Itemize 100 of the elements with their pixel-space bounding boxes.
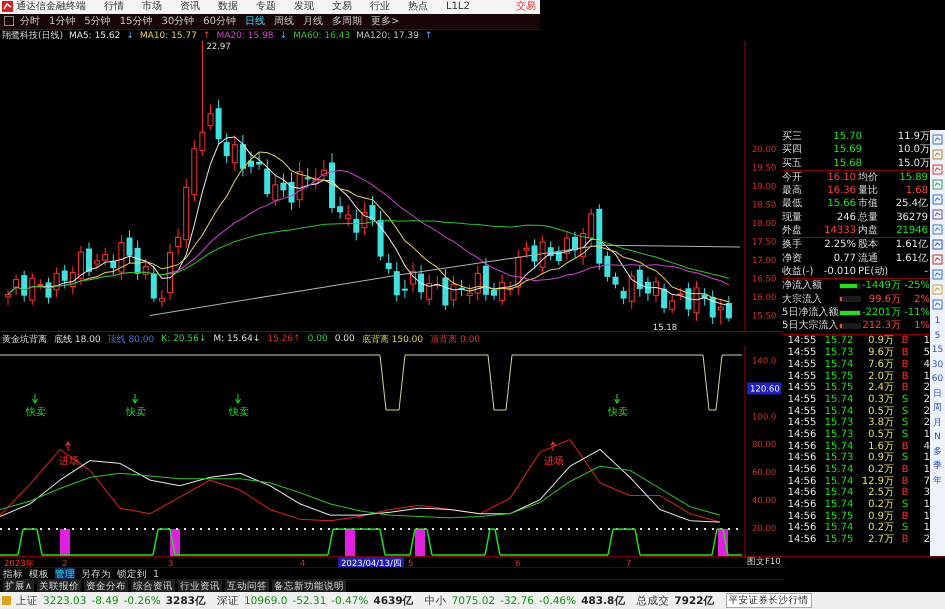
tool-button[interactable]: 锁定到: [117, 568, 147, 580]
menu-item[interactable]: 行情: [104, 0, 124, 14]
box-icon[interactable]: [4, 16, 14, 26]
tick-time: 14:56: [786, 428, 818, 441]
tick-price: 15.74: [824, 487, 854, 500]
period-tab[interactable]: 5分钟: [84, 14, 111, 29]
menu-item[interactable]: L1L2: [446, 0, 470, 14]
tick-volume: 0.3万: [867, 394, 894, 406]
panel-icon[interactable]: [932, 164, 943, 175]
index-amount: 3283亿: [166, 594, 206, 608]
quote-label: 买三: [782, 130, 803, 144]
down-arrow-icon: [235, 394, 241, 404]
value-axis-label: 100.0: [752, 412, 776, 422]
period-shortcut[interactable]: 1: [930, 314, 945, 328]
menu-item[interactable]: 数据: [218, 0, 238, 14]
panel-icon[interactable]: [932, 269, 943, 280]
tick-price: 15.74: [824, 358, 854, 371]
trend-arrow: ↑: [202, 30, 210, 40]
f10-button[interactable]: 图文F10: [747, 557, 781, 568]
panel-icon[interactable]: [932, 194, 943, 205]
info-tab[interactable]: 资金分布: [84, 580, 128, 593]
period-tab[interactable]: 60分钟: [203, 14, 236, 29]
period-tab[interactable]: 多周期: [332, 14, 362, 29]
flow-label: 大宗流入: [782, 292, 823, 306]
info-tab[interactable]: 互动问答: [224, 580, 269, 593]
panel-icon[interactable]: [932, 149, 943, 160]
panel-icon[interactable]: [932, 134, 943, 145]
period-shortcut[interactable]: N: [930, 430, 945, 444]
indicator-param: 底背离 150.00: [362, 334, 424, 346]
panel-icon[interactable]: [932, 209, 943, 220]
tool-button[interactable]: 模板: [29, 568, 49, 580]
tick-side: S: [900, 499, 910, 511]
date-axis-label: 4: [300, 559, 306, 568]
tool-button[interactable]: 1: [153, 568, 160, 580]
period-tab[interactable]: 1分钟: [49, 14, 76, 29]
quote-value: 14333: [823, 224, 856, 238]
info-tab[interactable]: 行业资讯: [178, 580, 222, 593]
tick-time: 14:55: [786, 417, 818, 429]
tick-side: B: [900, 487, 910, 500]
tool-button[interactable]: 指标: [3, 568, 23, 580]
period-shortcut[interactable]: 60: [930, 372, 945, 386]
menu-item[interactable]: 发现: [294, 0, 314, 14]
quote-label: 总量: [857, 210, 879, 224]
value-axis-label: 140.0: [752, 356, 776, 366]
index-percent: -0.46%: [538, 594, 576, 606]
quote-label: 流通: [857, 252, 879, 265]
tick-price: 15.75: [824, 382, 854, 394]
period-shortcut[interactable]: 15: [930, 343, 945, 358]
tick-price: 15.75: [824, 370, 854, 382]
quote-label: 最高: [782, 184, 803, 198]
period-shortcut[interactable]: 30: [930, 358, 945, 372]
menu-item[interactable]: 市场: [142, 0, 162, 14]
info-tab[interactable]: 扩展∧: [3, 580, 34, 593]
indicator-param: 顶线 80.00: [108, 334, 154, 346]
bid-price: 15.70: [832, 130, 862, 144]
period-shortcut[interactable]: 年: [930, 474, 945, 488]
value-axis-label: 80.00: [752, 440, 776, 450]
tick-time: 14:55: [786, 394, 818, 406]
index-value: 3223.03: [43, 594, 86, 606]
menu-item[interactable]: 专题: [256, 0, 276, 14]
period-shortcut[interactable]: 5: [930, 328, 945, 343]
info-tab[interactable]: 备忘新功能说明: [272, 580, 346, 593]
period-tab[interactable]: 周线: [274, 14, 294, 29]
menu-item[interactable]: 热点: [408, 0, 428, 14]
trend-arrow: ↓: [126, 30, 134, 40]
panel-icon[interactable]: [932, 224, 943, 235]
menu-item[interactable]: 文易: [332, 0, 352, 14]
panel-icon[interactable]: [932, 179, 943, 190]
tool-button[interactable]: 另存为: [81, 568, 111, 580]
period-shortcut[interactable]: 日: [930, 386, 945, 401]
index-percent: -0.47%: [331, 594, 368, 606]
tick-time: 14:56: [786, 499, 818, 511]
info-tab[interactable]: 关联报价: [36, 580, 81, 593]
period-tab[interactable]: 分时: [20, 14, 40, 29]
quote-value: 1.68: [904, 184, 928, 198]
panel-icon[interactable]: [932, 254, 943, 265]
period-tab[interactable]: 日线: [244, 14, 265, 29]
period-shortcut[interactable]: 月: [930, 416, 945, 430]
period-tab[interactable]: 月线: [302, 14, 323, 29]
value-axis-label: 60.00: [752, 468, 776, 478]
menu-item[interactable]: 行业: [370, 0, 390, 14]
period-shortcut[interactable]: 周: [930, 401, 945, 416]
period-shortcut[interactable]: 季: [930, 459, 945, 474]
panel-icon[interactable]: [932, 299, 943, 310]
date-axis-label: 5: [408, 559, 414, 568]
period-shortcut[interactable]: 多: [930, 444, 945, 459]
quote-value: 16.10: [826, 170, 856, 184]
price-axis-label: 17.00: [752, 256, 776, 266]
period-tab[interactable]: 30分钟: [161, 14, 194, 29]
period-tab[interactable]: 更多>: [370, 14, 400, 29]
panel-icon[interactable]: [932, 239, 943, 250]
menu-item[interactable]: 资讯: [180, 0, 200, 14]
tick-volume: 0.9万: [867, 452, 894, 464]
date-axis-label: 2023年: [4, 559, 35, 568]
tick-volume: 0.2万: [867, 522, 894, 534]
period-tab[interactable]: 15分钟: [120, 14, 152, 29]
info-tab[interactable]: 综合资讯: [130, 580, 175, 593]
trade-button[interactable]: 交易: [516, 0, 536, 14]
tick-side: S: [900, 394, 910, 406]
tool-button[interactable]: 管理: [55, 568, 75, 580]
